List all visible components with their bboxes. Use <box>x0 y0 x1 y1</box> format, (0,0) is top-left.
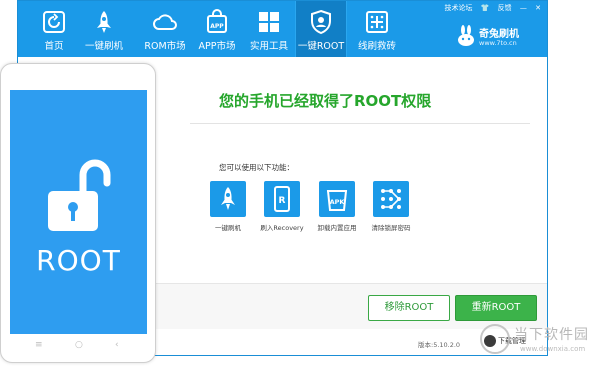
nav-item-flash-unbrick[interactable]: 线刷救砖 <box>351 1 403 57</box>
phone-screen: ROOT <box>10 90 147 334</box>
feature-label: 卸载内置应用 <box>317 224 357 232</box>
feature-clear-lock-password[interactable]: 清除锁屏密码 <box>364 181 418 232</box>
watermark-url: www.downxia.com <box>520 345 586 353</box>
nav-item-label: 线刷救砖 <box>357 41 396 52</box>
app-bag-icon: APP <box>207 9 227 33</box>
shield-icon <box>311 9 331 35</box>
rocket-icon <box>221 187 235 210</box>
grid-icon <box>259 12 279 32</box>
phone-illustration: ROOT ≡ ○ ‹ <box>0 63 156 363</box>
recovery-phone-icon: R <box>274 186 290 212</box>
phone-soft-keys: ≡ ○ ‹ <box>1 340 157 356</box>
phone-root-text: ROOT <box>36 244 121 277</box>
nav-item-one-click-flash[interactable]: 一键刷机 <box>78 1 130 57</box>
apk-uninstall-icon: APK <box>326 190 348 211</box>
dots-grid-icon <box>366 11 388 33</box>
home-key-icon: ○ <box>75 340 83 350</box>
back-key-icon: ‹ <box>115 340 119 350</box>
forum-link[interactable]: 技术论坛 <box>444 4 472 12</box>
watermark-logo-icon <box>480 324 510 354</box>
rocket-icon <box>97 11 111 33</box>
nav-item-one-click-root[interactable]: 一键ROOT <box>295 1 347 57</box>
divider <box>190 123 530 124</box>
brand-logo: 奇兔刷机 www.7to.cn <box>455 23 533 51</box>
root-success-headline: 您的手机已经取得了ROOT权限 <box>219 92 432 110</box>
feature-tile: APK <box>319 181 355 217</box>
top-navigation-bar: 首页 一键刷机 ROM市场 APP APP市场 实用工具 一键ROOT 线刷救砖… <box>18 1 547 57</box>
remove-root-button[interactable]: 移除ROOT <box>368 295 450 321</box>
feature-flash-recovery[interactable]: R 刷入Recovery <box>255 181 309 232</box>
watermark-name: 当下软件园 <box>514 327 589 343</box>
brand-url: www.7to.cn <box>479 39 517 47</box>
shirt-icon[interactable]: 👕 <box>481 4 490 12</box>
minimize-button[interactable]: — <box>520 4 527 12</box>
feature-label: 一键刷机 <box>215 224 241 232</box>
version-label: 版本:5.10.2.0 <box>418 341 461 349</box>
top-links: 技术论坛 👕 反馈 — ✕ <box>438 3 541 13</box>
svg-text:R: R <box>279 196 286 206</box>
rabbit-logo-icon <box>458 25 474 46</box>
svg-text:APK: APK <box>330 198 346 206</box>
feature-one-click-flash[interactable]: 一键刷机 <box>201 181 255 232</box>
watermark: 当下软件园 www.downxia.com <box>480 320 598 364</box>
feedback-link[interactable]: 反馈 <box>498 4 512 12</box>
cloud-icon <box>153 14 177 30</box>
refresh-square-icon <box>43 11 65 33</box>
pattern-lock-icon <box>381 189 401 209</box>
feature-uninstall-system-apps[interactable]: APK 卸载内置应用 <box>310 181 364 232</box>
menu-key-icon: ≡ <box>35 340 43 350</box>
brand-name: 奇兔刷机 <box>479 29 519 40</box>
available-features-label: 您可以使用以下功能： <box>219 163 294 172</box>
re-root-button[interactable]: 重新ROOT <box>455 295 537 321</box>
feature-tile: R <box>264 181 300 217</box>
svg-text:APP: APP <box>210 23 224 30</box>
close-button[interactable]: ✕ <box>535 4 541 12</box>
stage: 首页 一键刷机 ROM市场 APP APP市场 实用工具 一键ROOT 线刷救砖… <box>0 0 600 368</box>
feature-tile <box>373 181 409 217</box>
feature-tile <box>210 181 246 217</box>
feature-label: 刷入Recovery <box>260 224 304 232</box>
unlocked-padlock-icon <box>48 159 111 231</box>
feature-label: 清除锁屏密码 <box>371 224 411 232</box>
